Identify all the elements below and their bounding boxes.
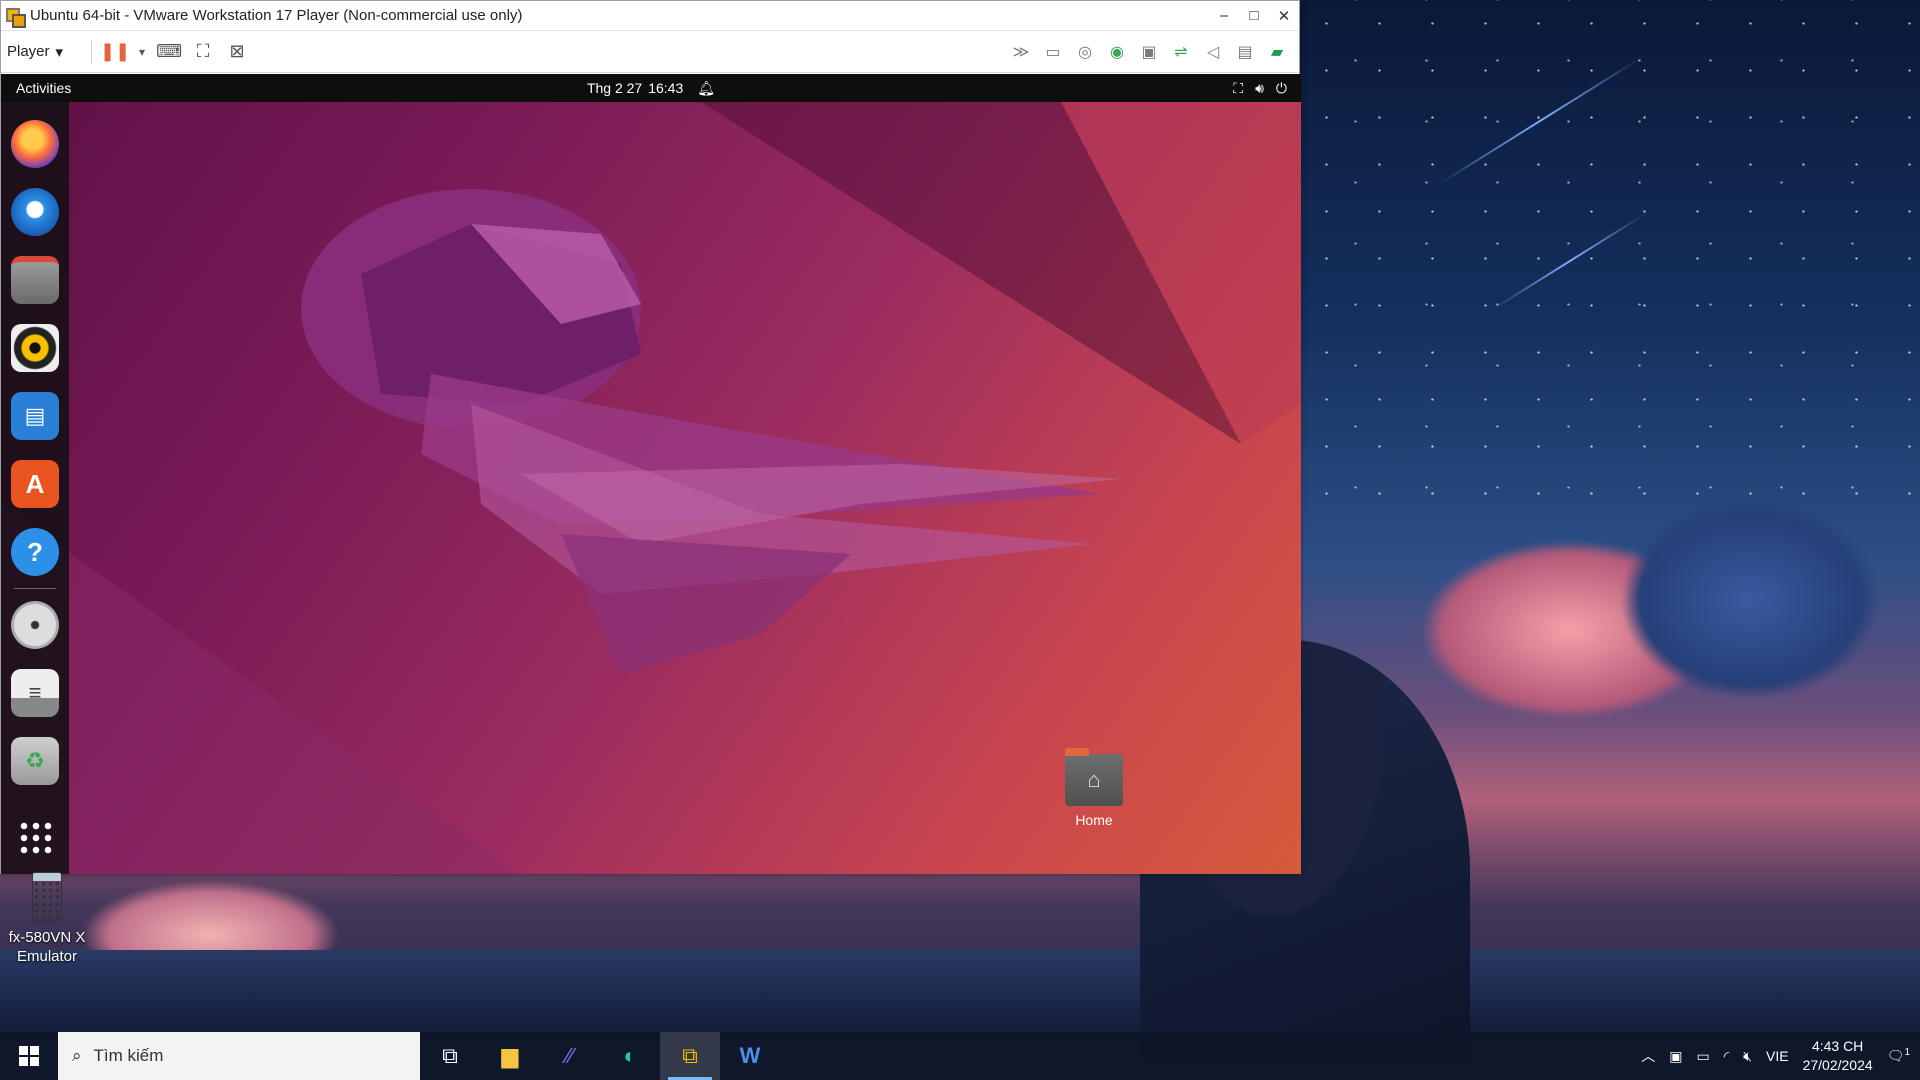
printer-icon[interactable]: ▤	[1231, 39, 1259, 65]
player-menu-label: Player	[7, 43, 50, 60]
firefox-icon[interactable]	[11, 120, 59, 168]
home-folder-icon: ⌂	[1065, 748, 1123, 806]
more-icon[interactable]: ≫	[1007, 39, 1035, 65]
text-editor-icon[interactable]: ≡	[11, 669, 59, 717]
bell-icon: 🔔︎	[697, 79, 716, 96]
dvd-icon[interactable]	[11, 601, 59, 649]
start-button[interactable]	[0, 1032, 58, 1080]
vmware-window: Ubuntu 64-bit - VMware Workstation 17 Pl…	[0, 0, 1301, 874]
search-placeholder: Tìm kiếm	[93, 1046, 164, 1065]
dock-divider	[14, 588, 56, 589]
clock-time: 16:43	[648, 80, 684, 96]
wifi-icon[interactable]: ◜	[1724, 1048, 1729, 1065]
full-screen-icon[interactable]: ⛶	[190, 39, 216, 65]
ubuntu-guest-screen[interactable]: Activities Thg 2 27 16:43 🔔︎ ⛶ 🔊︎ ⏻ ▤ A …	[1, 74, 1301, 874]
ubuntu-dock: ▤ A ? ≡ ♻	[1, 102, 69, 874]
shortcut-label-line1: fx-580VN X	[8, 929, 86, 946]
wallpaper-water	[0, 950, 1920, 1040]
notification-icon[interactable]: 🗨︎1	[1887, 1047, 1910, 1065]
search-box[interactable]: ⌕ Tìm kiếm	[58, 1032, 420, 1080]
help-icon[interactable]: ?	[11, 528, 59, 576]
windows-taskbar: ⌕ Tìm kiếm ⧉ ▆ ∕∕ ◐ ⧉ W ︿ ▣ ▭ ◜ 🔇︎ VIE 4…	[0, 1032, 1920, 1080]
sound-icon[interactable]: ◁	[1199, 39, 1227, 65]
vmware-logo-icon	[4, 5, 26, 28]
gnome-clock[interactable]: Thg 2 27 16:43 🔔︎	[1, 80, 1301, 97]
edge-icon[interactable]: ◐	[600, 1032, 660, 1080]
task-view-icon[interactable]: ⧉	[420, 1032, 480, 1080]
device-toolbar: ≫ ▭ ◎ ◉ ▣ ⇌ ◁ ▤ ▰	[1005, 39, 1299, 65]
trash-icon[interactable]: ♻	[11, 737, 59, 785]
unity-icon[interactable]: ⊠	[224, 39, 250, 65]
gnome-top-bar: Activities Thg 2 27 16:43 🔔︎ ⛶ 🔊︎ ⏻	[1, 74, 1301, 102]
usb-icon[interactable]: ⇌	[1167, 39, 1195, 65]
camera-icon[interactable]: ▣	[1669, 1048, 1682, 1065]
battery-icon[interactable]: ▭	[1697, 1048, 1710, 1065]
hard-disk-icon[interactable]: ▭	[1039, 39, 1067, 65]
taskbar-date: 27/02/2024	[1802, 1057, 1873, 1073]
pause-icon[interactable]: ❚❚	[100, 39, 130, 65]
home-desktop-icon[interactable]: ⌂ Home	[1061, 748, 1127, 828]
visual-studio-icon[interactable]: ∕∕	[540, 1032, 600, 1080]
taskbar-clock[interactable]: 4:43 CH 27/02/2024	[1803, 1037, 1873, 1075]
wallpaper-cloud	[1620, 500, 1880, 700]
title-bar: Ubuntu 64-bit - VMware Workstation 17 Pl…	[1, 1, 1299, 31]
search-icon: ⌕	[72, 1046, 82, 1065]
network-icon[interactable]: ◉	[1103, 39, 1131, 65]
taskbar-time: 4:43 CH	[1811, 1038, 1864, 1054]
app-center-icon[interactable]: A	[11, 460, 59, 508]
notification-count: 1	[1904, 1047, 1910, 1059]
calculator-emulator-shortcut[interactable]: fx-580VN X Emulator	[4, 872, 90, 966]
home-label: Home	[1075, 812, 1113, 828]
libreoffice-writer-icon[interactable]: ▤	[11, 392, 59, 440]
shortcut-label-line2: Emulator	[16, 948, 78, 965]
system-tray: ︿ ▣ ▭ ◜ 🔇︎ VIE 4:43 CH 27/02/2024 🗨︎1	[1641, 1037, 1920, 1075]
thunderbird-icon[interactable]	[11, 188, 59, 236]
rhythmbox-icon[interactable]	[11, 324, 59, 372]
show-apps-icon[interactable]	[18, 820, 52, 854]
windows-logo-icon	[19, 1046, 39, 1066]
vmware-taskbar-icon[interactable]: ⧉	[660, 1032, 720, 1080]
message-log-icon[interactable]: ▰	[1263, 39, 1291, 65]
calculator-icon	[32, 872, 62, 922]
vmware-toolbar: Player ▾ ❚❚ ▾ ⌨ ⛶ ⊠ ≫ ▭ ◎ ◉ ▣ ⇌ ◁ ▤ ▰	[1, 31, 1299, 73]
window-title: Ubuntu 64-bit - VMware Workstation 17 Pl…	[30, 7, 523, 24]
close-button[interactable]: ✕	[1269, 7, 1299, 25]
language-indicator[interactable]: VIE	[1766, 1048, 1789, 1064]
file-explorer-icon[interactable]: ▆	[480, 1032, 540, 1080]
send-ctrl-alt-del-icon[interactable]: ⌨	[156, 39, 182, 65]
floppy-icon[interactable]: ▣	[1135, 39, 1163, 65]
chevron-up-icon[interactable]: ︿	[1641, 1046, 1655, 1066]
cd-icon[interactable]: ◎	[1071, 39, 1099, 65]
toolbar-divider	[91, 39, 93, 64]
files-icon[interactable]	[11, 256, 59, 304]
player-menu-button[interactable]: Player ▾	[7, 43, 63, 61]
maximize-button[interactable]: □	[1239, 7, 1269, 24]
chevron-down-icon: ▾	[55, 43, 64, 61]
clock-date: Thg 2 27	[586, 80, 643, 96]
mute-icon[interactable]: 🔇︎	[1743, 1048, 1752, 1065]
chevron-down-icon[interactable]: ▾	[136, 39, 148, 65]
word-icon[interactable]: W	[720, 1032, 780, 1080]
minimize-button[interactable]: –	[1209, 7, 1239, 24]
